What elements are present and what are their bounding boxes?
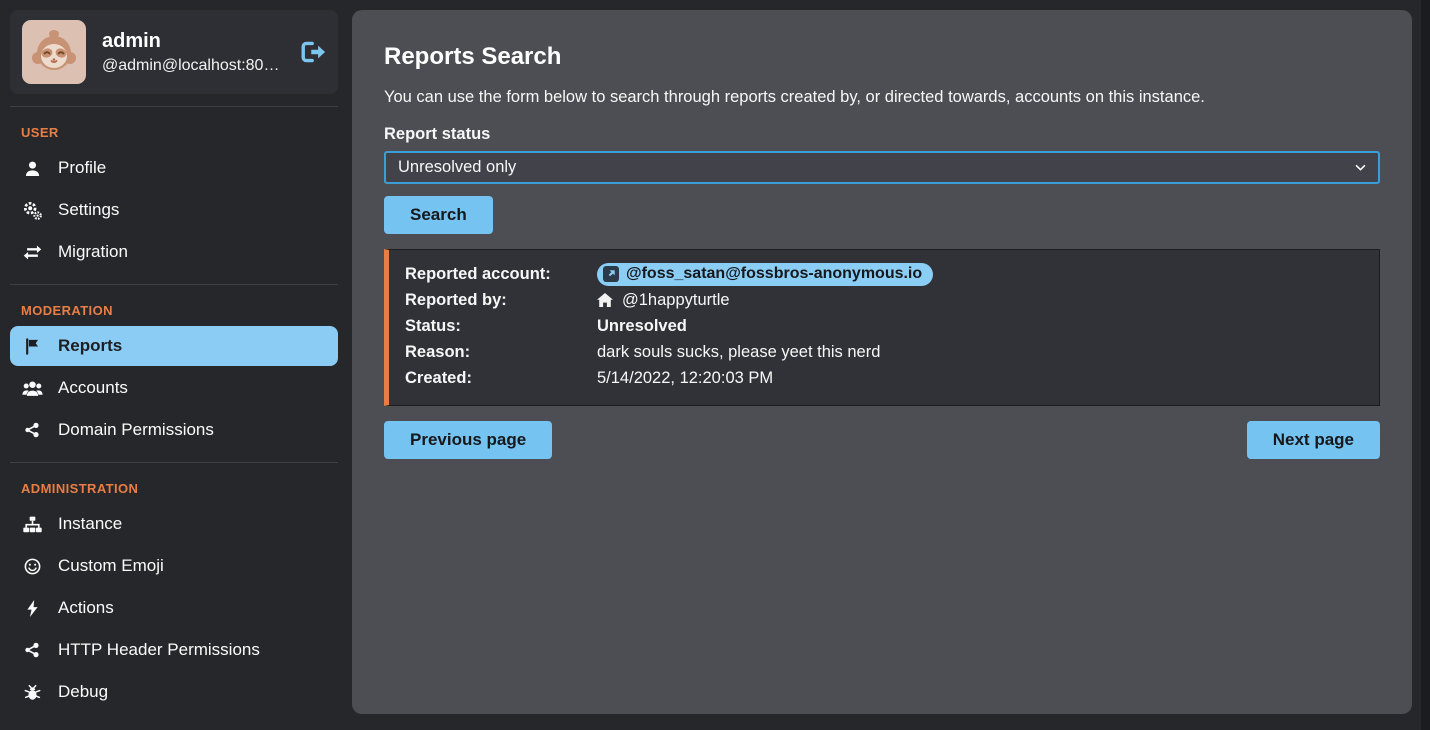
user-meta: admin @admin@localhost:80… [102,30,279,75]
smiley-icon [21,558,43,575]
user-icon [21,160,43,177]
sloth-avatar [22,20,86,84]
sidebar-item-domain-permissions[interactable]: Domain Permissions [10,410,338,450]
sidebar-item-settings[interactable]: Settings [10,190,338,230]
main-column: Reports Search You can use the form belo… [348,0,1430,730]
report-row-reported-account: Reported account: @foss_satan@fossbros-a… [405,261,1363,287]
gears-icon [21,201,43,220]
scrollbar-track[interactable] [1421,0,1430,730]
search-button[interactable]: Search [384,196,493,234]
reporter-handle: @1happyturtle [622,291,730,310]
sidebar-item-label: Custom Emoji [58,556,164,576]
sidebar-item-instance[interactable]: Instance [10,504,338,544]
pagination: Previous page Next page [384,421,1380,459]
transfer-arrows-icon [21,245,43,260]
section-label-moderation: MODERATION [0,297,348,326]
sidebar-item-label: HTTP Header Permissions [58,640,260,660]
sitemap-icon [21,516,43,533]
external-link-square-icon [603,266,619,282]
report-row-reason: Reason: dark souls sucks, please yeet th… [405,339,1363,365]
chevron-down-icon [1355,164,1366,171]
sidebar-item-label: Migration [58,242,128,262]
reason-value: dark souls sucks, please yeet this nerd [597,343,880,362]
next-page-button[interactable]: Next page [1247,421,1380,459]
sidebar-item-label: Reports [58,336,122,356]
report-status-selected-value: Unresolved only [398,158,516,177]
section-label-administration: ADMINISTRATION [0,475,348,504]
row-label: Status: [405,317,597,336]
sidebar-item-label: Instance [58,514,122,534]
row-label: Reason: [405,343,597,362]
sidebar-item-accounts[interactable]: Accounts [10,368,338,408]
users-icon [21,380,43,397]
sidebar-item-profile[interactable]: Profile [10,148,338,188]
app-root: admin @admin@localhost:80… USER Profile [0,0,1430,730]
sidebar: admin @admin@localhost:80… USER Profile [0,0,348,730]
bug-icon [21,684,43,701]
home-icon [597,293,613,307]
reports-search-panel: Reports Search You can use the form belo… [352,10,1412,714]
section-label-user: USER [0,119,348,148]
sign-out-icon[interactable] [301,41,326,63]
sidebar-item-actions[interactable]: Actions [10,588,338,628]
share-nodes-icon [21,422,43,438]
created-value: 5/14/2022, 12:20:03 PM [597,369,773,388]
sidebar-item-label: Actions [58,598,114,618]
row-label: Reported by: [405,291,597,310]
sidebar-item-debug[interactable]: Debug [10,672,338,712]
previous-page-button[interactable]: Previous page [384,421,552,459]
sidebar-divider [10,462,338,463]
report-status-label: Report status [384,125,1380,144]
user-handle: @admin@localhost:80… [102,57,279,75]
share-nodes-icon [21,642,43,658]
sidebar-item-migration[interactable]: Migration [10,232,338,272]
sidebar-item-label: Accounts [58,378,128,398]
row-label: Reported account: [405,265,597,284]
sidebar-divider [10,284,338,285]
sidebar-item-label: Profile [58,158,106,178]
user-card[interactable]: admin @admin@localhost:80… [10,10,338,94]
page-title: Reports Search [384,43,1380,71]
reported-account-handle: @foss_satan@fossbros-anonymous.io [626,265,922,283]
row-label: Created: [405,369,597,388]
report-row-reported-by: Reported by: @1happyturtle [405,287,1363,313]
flag-icon [21,338,43,355]
sidebar-item-http-header-permissions[interactable]: HTTP Header Permissions [10,630,338,670]
report-row-status: Status: Unresolved [405,313,1363,339]
sidebar-item-reports[interactable]: Reports [10,326,338,366]
reported-account-link[interactable]: @foss_satan@fossbros-anonymous.io [597,263,933,286]
user-name: admin [102,30,279,53]
report-status-select[interactable]: Unresolved only [384,151,1380,184]
sidebar-divider [10,106,338,107]
sidebar-item-label: Debug [58,682,108,702]
status-value: Unresolved [597,317,687,336]
report-card[interactable]: Reported account: @foss_satan@fossbros-a… [384,249,1380,406]
bolt-icon [21,600,43,617]
sidebar-item-label: Settings [58,200,119,220]
page-description: You can use the form below to search thr… [384,88,1380,107]
sidebar-item-label: Domain Permissions [58,420,214,440]
report-row-created: Created: 5/14/2022, 12:20:03 PM [405,365,1363,391]
sidebar-item-custom-emoji[interactable]: Custom Emoji [10,546,338,586]
